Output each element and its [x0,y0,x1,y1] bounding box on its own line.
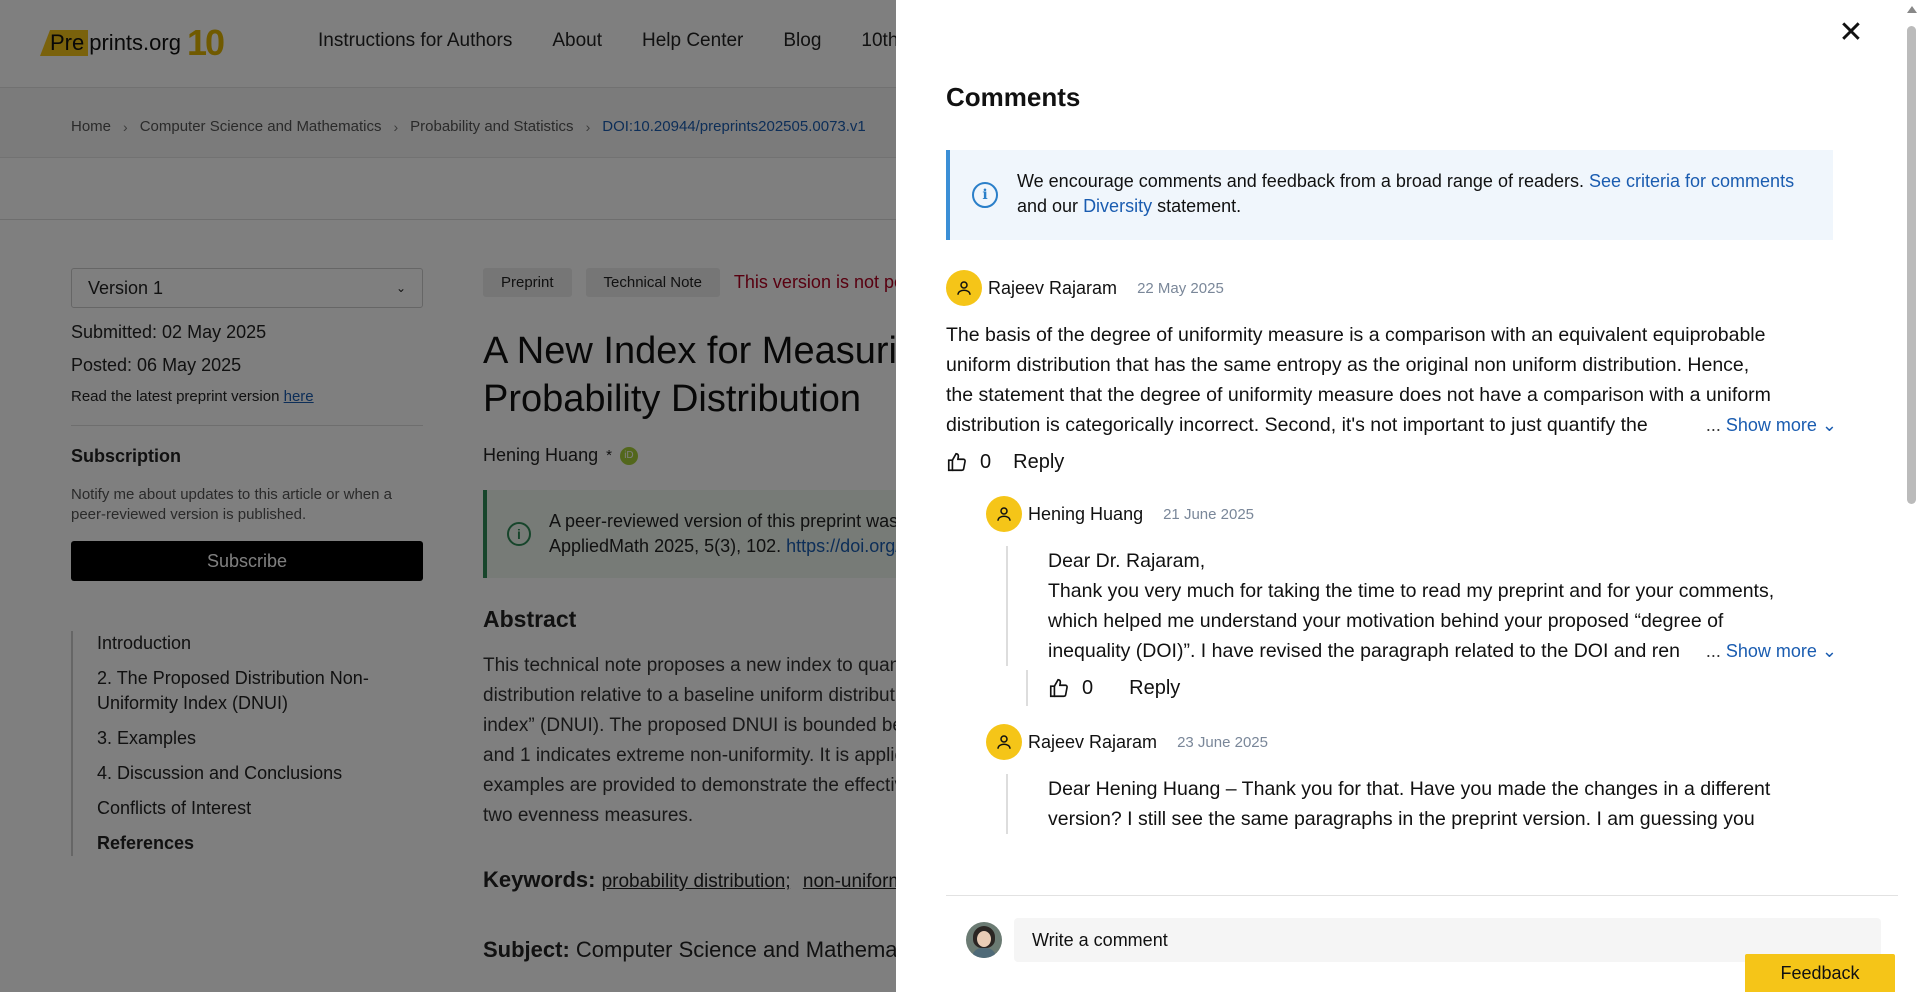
avatar [966,922,1002,958]
comment-line: the statement that the degree of uniform… [946,384,1771,406]
comment-date: 23 June 2025 [1177,733,1268,751]
drawer-title: Comments [946,82,1081,112]
info-icon: i [972,182,998,208]
notice-text-part: statement. [1152,196,1242,216]
feedback-button[interactable]: Feedback [1745,954,1895,992]
comment-line: Dear Hening Huang – Thank you for that. … [1048,778,1771,800]
comment-line: which helped me understand your motivati… [1048,610,1724,632]
comment-actions: 0 Reply [1026,670,1841,706]
show-more-button[interactable]: ... Show more ⌄ [1703,410,1837,440]
comment-actions: 0 Reply [946,444,1841,480]
like-count: 0 [980,450,992,473]
like-count: 0 [1082,676,1094,699]
user-icon [986,724,1022,760]
avatar-face [977,931,991,947]
comment-body: The basis of the degree of uniformity me… [946,320,1841,440]
avatar-body [972,948,996,958]
comments-drawer: ✕ Comments i We encourage comments and f… [896,0,1921,992]
show-more-label: Show more [1725,415,1817,435]
comment-author[interactable]: Hening Huang [1028,504,1143,525]
close-icon[interactable]: ✕ [1836,18,1866,48]
comment-body: Dear Hening Huang – Thank you for that. … [1006,774,1841,834]
thumbs-up-icon[interactable] [1048,677,1070,699]
notice-text-part: and our [1017,196,1084,216]
comment-composer [966,918,1881,962]
user-icon [946,270,982,306]
thumbs-up-icon[interactable] [946,451,968,473]
comment-author[interactable]: Rajeev Rajaram [988,278,1117,299]
comment-date: 22 May 2025 [1137,279,1224,297]
comment-header: Rajeev Rajaram 22 May 2025 [946,270,1841,306]
ellipsis: ... [1705,415,1721,435]
reply-button[interactable]: Reply [1013,451,1064,474]
comment-reply: Hening Huang 21 June 2025 Dear Dr. Rajar… [986,496,1841,706]
reply-wrapper: Dear Dr. Rajaram, Thank you very much fo… [986,546,1841,706]
chevron-down-icon: ⌄ [1821,641,1837,661]
comment-reply: Rajeev Rajaram 23 June 2025 Dear Hening … [986,724,1841,834]
comment-author[interactable]: Rajeev Rajaram [1028,732,1157,753]
scroll-up-arrow-icon[interactable] [1907,6,1917,13]
comments-notice: i We encourage comments and feedback fro… [946,150,1833,240]
diversity-link[interactable]: Diversity [1083,196,1152,216]
comment: Rajeev Rajaram 22 May 2025 The basis of … [946,270,1841,480]
show-more-button[interactable]: ... Show more ⌄ [1703,636,1837,666]
comment-header: Hening Huang 21 June 2025 [986,496,1841,532]
comments-list[interactable]: Rajeev Rajaram 22 May 2025 The basis of … [946,270,1841,864]
comment-line: Thank you very much for taking the time … [1048,580,1775,602]
reply-button[interactable]: Reply [1129,677,1180,700]
ellipsis: ... [1705,641,1721,661]
comment-line: The basis of the degree of uniformity me… [946,324,1766,346]
comment-line: Dear Dr. Rajaram, [1048,550,1206,572]
criteria-link[interactable]: See criteria for comments [1589,171,1794,191]
comment-line: version? I still see the same paragraphs… [1048,808,1755,830]
comment-line: uniform distribution that has the same e… [946,354,1750,376]
composer-divider [946,895,1898,896]
scrollbar-thumb[interactable] [1907,26,1916,504]
chevron-down-icon: ⌄ [1821,415,1837,435]
show-more-label: Show more [1725,641,1817,661]
user-icon [986,496,1022,532]
comment-header: Rajeev Rajaram 23 June 2025 [986,724,1841,760]
comment-date: 21 June 2025 [1163,505,1255,523]
notice-text: We encourage comments and feedback from … [1017,169,1794,219]
notice-text-part: We encourage comments and feedback from … [1017,171,1589,191]
drawer-scrollbar[interactable] [1902,0,1921,992]
comment-body: Dear Dr. Rajaram, Thank you very much fo… [1006,546,1841,666]
